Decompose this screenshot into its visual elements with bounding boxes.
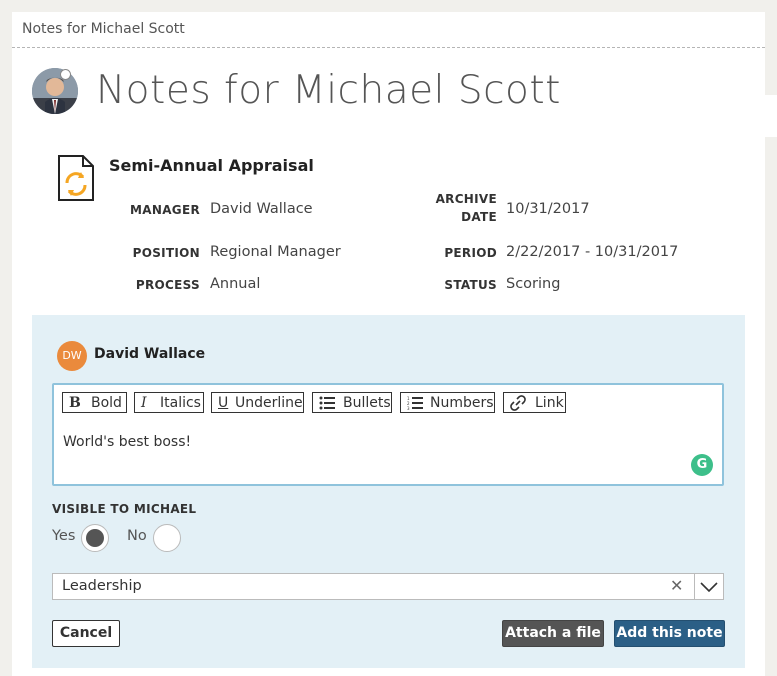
visibility-label: VISIBLE TO MICHAEL [52,502,197,516]
numbered-list-icon: 1 2 3 [407,393,423,417]
clear-icon[interactable]: ✕ [670,576,683,595]
underline-button[interactable]: U Underline [211,392,304,413]
status-label: STATUS [444,278,497,292]
bold-button[interactable]: B Bold [62,392,127,413]
process-label: PROCESS [135,278,200,292]
manager-label: MANAGER [130,203,200,217]
yes-label: Yes [52,528,76,544]
period-label: PERIOD [444,246,497,260]
review-title: Semi-Annual Appraisal [109,156,314,175]
visible-no-radio[interactable] [153,524,181,552]
bullet-list-icon [319,393,335,417]
visible-yes-radio[interactable] [81,524,109,552]
bullets-button[interactable]: Bullets [312,392,392,413]
note-panel: DW David Wallace B Bold I Italics U Unde… [32,315,745,668]
svg-text:3: 3 [407,406,410,410]
appraisal-document-icon [58,155,94,201]
process-value: Annual [210,276,261,292]
add-note-button[interactable]: Add this note [614,620,725,647]
breadcrumb[interactable]: Notes for Michael Scott [22,21,185,37]
category-select[interactable]: Leadership ✕ [52,573,724,600]
note-editor[interactable]: B Bold I Italics U Underline Bullets 1 2… [52,383,724,486]
archive-label: ARCHIVE DATE [377,192,497,228]
chevron-down-icon [700,582,718,593]
link-icon [510,393,526,418]
note-text[interactable]: World's best boss! [63,434,191,450]
numbers-button[interactable]: 1 2 3 Numbers [400,392,495,413]
manager-value: David Wallace [210,201,313,217]
italic-icon: I [141,395,147,411]
italics-button[interactable]: I Italics [134,392,204,413]
grammarly-icon[interactable]: G [691,454,713,476]
position-label: POSITION [132,246,200,260]
attach-file-button[interactable]: Attach a file [502,620,604,647]
underline-icon: U [218,395,229,411]
archive-date-value: 10/31/2017 [506,201,590,217]
author-name: David Wallace [94,346,206,362]
avatar-status-icon [60,69,71,80]
page-edge-strip [765,95,777,137]
archive-label-line2: DATE [461,210,497,224]
category-select-value: Leadership [62,578,142,594]
notes-card: Notes for Michael Scott Notes for Michae… [12,12,765,676]
breadcrumb-bar: Notes for Michael Scott [12,12,765,48]
period-value: 2/22/2017 - 10/31/2017 [506,244,679,260]
no-label: No [127,528,147,544]
avatar [32,68,78,114]
position-value: Regional Manager [210,244,341,260]
bold-icon: B [69,395,81,411]
link-button[interactable]: Link [503,392,566,413]
author-avatar: DW [57,341,87,371]
cancel-button[interactable]: Cancel [52,620,120,647]
archive-label-line1: ARCHIVE [435,192,497,206]
dropdown-toggle[interactable] [694,574,723,599]
status-value: Scoring [506,276,561,292]
page-title: Notes for Michael Scott [96,68,561,113]
